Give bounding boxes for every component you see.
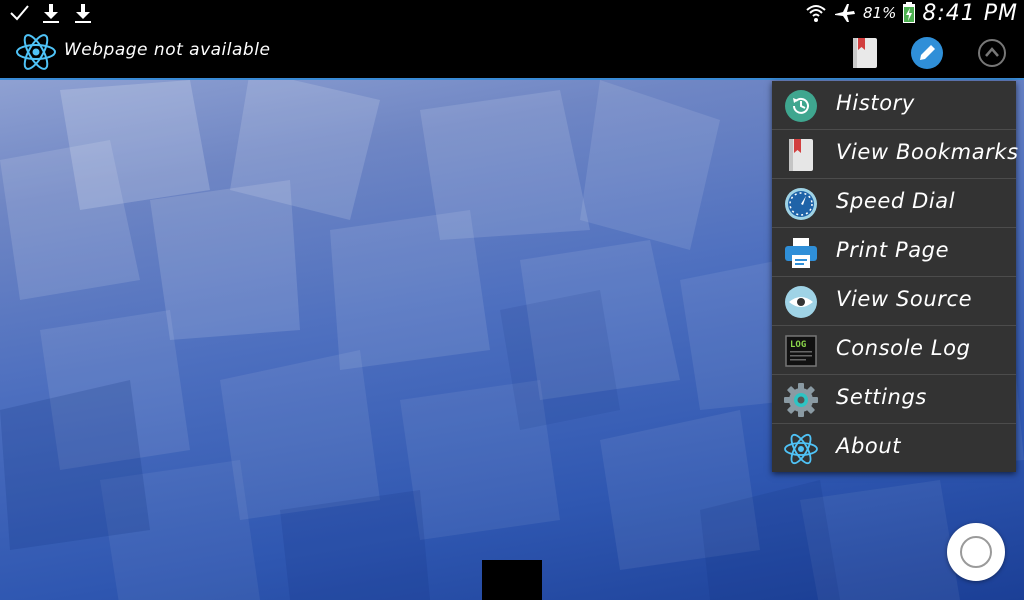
- download-icon: [75, 4, 91, 23]
- menu-item-label: About: [836, 434, 902, 458]
- menu-item-label: Console Log: [836, 336, 971, 360]
- clock: 8:41 PM: [922, 0, 1018, 26]
- menu-item-view-source[interactable]: View Source: [772, 277, 1016, 326]
- menu-item-label: Print Page: [836, 238, 950, 262]
- menu-item-settings[interactable]: Settings: [772, 375, 1016, 424]
- menu-item-console-log[interactable]: LOG Console Log: [772, 326, 1016, 375]
- atom-icon: [784, 433, 818, 465]
- download-icon: [43, 4, 59, 23]
- menu-item-label: View Bookmarks: [836, 140, 1019, 164]
- edit-icon[interactable]: [910, 36, 944, 70]
- gear-icon: [784, 383, 818, 417]
- system-status: 81% 8:41 PM: [805, 0, 1018, 26]
- history-icon: [785, 90, 817, 122]
- bookmark-icon: [789, 139, 813, 171]
- menu-item-label: Settings: [836, 385, 927, 409]
- action-bar: Webpage not available: [0, 26, 1024, 80]
- overflow-menu: History View Bookmarks Speed Dial Print …: [772, 81, 1019, 472]
- collapse-icon[interactable]: [975, 36, 1009, 70]
- status-bar: 81% 8:41 PM: [0, 0, 1024, 26]
- speed-dial-icon: [785, 188, 817, 220]
- eye-icon: [785, 286, 817, 318]
- airplane-icon: [835, 4, 855, 22]
- battery-charging-icon: [903, 2, 916, 23]
- log-icon-label: LOG: [790, 340, 806, 350]
- page-title: Webpage not available: [64, 40, 271, 60]
- check-icon: [10, 5, 29, 21]
- screen: 81% 8:41 PM Webpage not available Histor…: [0, 0, 1024, 600]
- log-icon: LOG: [785, 335, 817, 367]
- menu-item-view-bookmarks[interactable]: View Bookmarks: [772, 130, 1019, 179]
- menu-item-history[interactable]: History: [772, 81, 1016, 130]
- menu-item-label: History: [836, 91, 915, 115]
- bookmark-icon[interactable]: [848, 36, 882, 70]
- menu-item-speed-dial[interactable]: Speed Dial: [772, 179, 1016, 228]
- menu-item-about[interactable]: About: [772, 424, 1016, 472]
- atom-icon: [16, 34, 56, 70]
- home-key-area: [482, 560, 542, 600]
- menu-item-print-page[interactable]: Print Page: [772, 228, 1016, 277]
- menu-item-label: Speed Dial: [836, 189, 956, 213]
- floating-home-button[interactable]: [947, 523, 1005, 581]
- wifi-icon: [806, 5, 826, 22]
- menu-item-label: View Source: [836, 287, 973, 311]
- printer-icon: [785, 238, 817, 268]
- circle-icon: [960, 536, 992, 568]
- battery-percent: 81%: [863, 4, 897, 22]
- notification-icons: [8, 2, 94, 24]
